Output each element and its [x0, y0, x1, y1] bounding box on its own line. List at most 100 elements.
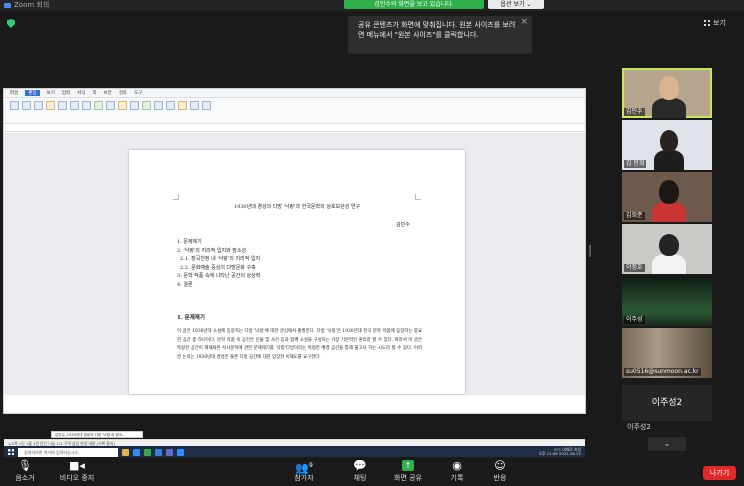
- person-head: [660, 130, 678, 152]
- document-tab[interactable]: 김민수_1930년대 경성의 다방 '낙랑'과 한국...: [51, 431, 143, 438]
- chart-icon[interactable]: [106, 101, 115, 110]
- clock-time: 오후 11:06: [538, 451, 558, 456]
- participant-tile[interactable]: 김민수: [622, 68, 712, 118]
- participant-tile[interactable]: 이주성: [622, 276, 712, 326]
- hwp-menubar: 파일 편집 보기 입력 서식 쪽 보안 검토 도구: [4, 89, 585, 98]
- spellcheck-icon[interactable]: [202, 101, 211, 110]
- reactions-button[interactable]: ☺ 반응: [489, 459, 511, 483]
- participant-tile[interactable]: 이정호: [622, 224, 712, 274]
- toc-item: 4. 결론: [177, 281, 193, 288]
- menu-format[interactable]: 서식: [77, 90, 85, 96]
- person-head: [659, 76, 679, 100]
- video-camera-icon: ■◂: [69, 459, 85, 472]
- format-painter-icon[interactable]: [46, 101, 55, 110]
- participants-button[interactable]: 👥9 참가자: [287, 459, 321, 483]
- share-label: 화면 공유: [394, 474, 422, 482]
- emoji-icon: ☺: [494, 459, 506, 472]
- participant-tile[interactable]: su0516@sunmoon.ac.kr: [622, 328, 712, 378]
- hwp-statusbar: 1/1쪽 1단 1줄 1칸 문단 나눔 1/1 구역 삽입 변경 내용 [기록 …: [4, 439, 585, 446]
- share-screen-button[interactable]: ↑ 화면 공유: [388, 459, 428, 483]
- zoom-taskbar-icon[interactable]: [177, 448, 184, 456]
- toast-message: 공유 콘텐츠가 화면에 맞춰집니다. 원본 사이즈를 보려면 메뉴에서 "원본 …: [358, 21, 516, 39]
- hwp-icon[interactable]: [155, 448, 162, 456]
- table-icon[interactable]: [94, 101, 103, 110]
- person-silhouette: [654, 150, 684, 170]
- featured-participant-caption: 이주성2: [627, 423, 651, 431]
- participants-icon: 👥9: [295, 461, 313, 475]
- featured-participant[interactable]: 이주성2: [622, 385, 712, 421]
- meeting-controls: 🎙 음소거 ■◂ 비디오 중지 👥9 참가자 💬 채팅 ↑ 화면 공유 ◉ 기록…: [0, 457, 744, 486]
- equation-icon[interactable]: [154, 101, 163, 110]
- shape-icon[interactable]: [118, 101, 127, 110]
- margin-corner: [415, 194, 421, 200]
- share-screen-icon: ↑: [402, 460, 414, 471]
- textbox-icon[interactable]: [142, 101, 151, 110]
- picture-icon[interactable]: [130, 101, 139, 110]
- chat-button[interactable]: 💬 채팅: [349, 459, 371, 483]
- leave-button[interactable]: 나가기: [703, 466, 736, 480]
- security-shield-icon[interactable]: [7, 19, 15, 28]
- toast-close-icon[interactable]: ×: [520, 17, 528, 27]
- menu-insert[interactable]: 입력: [62, 90, 70, 96]
- cut-icon[interactable]: [10, 101, 19, 110]
- record-label: 기록: [450, 474, 464, 482]
- menu-file[interactable]: 파일: [10, 90, 18, 96]
- person-silhouette: [652, 202, 686, 222]
- edge-icon[interactable]: [133, 448, 140, 456]
- menu-security[interactable]: 보안: [104, 90, 112, 96]
- toc-item: 2.1. 장곡천정 내 '낙랑'의 지리적 입지: [180, 256, 261, 262]
- chat-label: 채팅: [353, 474, 367, 482]
- gallery-label: 보기: [713, 19, 726, 27]
- gallery-view-button[interactable]: 보기: [704, 18, 726, 28]
- mute-label: 음소거: [15, 474, 35, 482]
- para-shape-icon[interactable]: [82, 101, 91, 110]
- hwp-ribbon: [4, 98, 585, 124]
- file-explorer-icon[interactable]: [122, 448, 129, 456]
- viewing-banner: 김민수의 화면을 보고 있습니다.: [344, 0, 484, 9]
- table-of-contents: 1. 문제제기 2. '낙랑'의 지리적 입지와 장소성 2.1. 장곡천정 내…: [177, 238, 260, 289]
- person-silhouette: [652, 98, 686, 118]
- menu-tools[interactable]: 도구: [134, 90, 142, 96]
- toc-item: 3. 문학 작품 속에 나타난 공간의 상상력: [177, 273, 261, 279]
- paste-icon[interactable]: [34, 101, 43, 110]
- chrome-icon[interactable]: [144, 448, 151, 456]
- scroll-down-button[interactable]: ⌄: [648, 437, 686, 451]
- find-icon[interactable]: [190, 101, 199, 110]
- document-title: 1930년대 경성의 다방 '낙랑'과 한국문학의 상호보완성 연구: [233, 204, 361, 210]
- participant-name: 이주성: [624, 316, 645, 324]
- microphone-icon: 🎙: [18, 459, 32, 472]
- mute-button[interactable]: 🎙 음소거: [10, 459, 40, 483]
- shared-screen[interactable]: 파일 편집 보기 입력 서식 쪽 보안 검토 도구 1930년대 경성의 다방 …: [3, 88, 586, 458]
- menu-page[interactable]: 쪽: [92, 90, 96, 96]
- record-button[interactable]: ◉ 기록: [446, 459, 468, 483]
- view-options-button[interactable]: 옵션 보기 ⌄: [488, 0, 544, 9]
- document-area[interactable]: 1930년대 경성의 다방 '낙랑'과 한국문학의 상호보완성 연구 김민수 1…: [4, 133, 585, 458]
- taskbar-search[interactable]: 검색하려면 여기에 입력하십시오.: [18, 447, 118, 457]
- panel-resize-handle[interactable]: [589, 245, 591, 257]
- participant-name: 이정호: [624, 264, 645, 272]
- menu-edit[interactable]: 편집: [25, 90, 40, 96]
- person-head: [659, 180, 679, 204]
- participant-tile[interactable]: 김 한희: [622, 120, 712, 170]
- document-body: 이 글은 1930년대 소설에 등장하는 다방 '낙랑'에 대한 관심에서 출발…: [177, 329, 422, 360]
- toc-item: 2. '낙랑'의 지리적 입지와 장소성: [177, 247, 247, 254]
- copy-icon[interactable]: [22, 101, 31, 110]
- windows-start-icon[interactable]: [8, 449, 14, 455]
- participant-tile[interactable]: 김희준: [622, 172, 712, 222]
- fit-screen-toast: 공유 콘텐츠가 화면에 맞춰집니다. 원본 사이즈를 보려면 메뉴에서 "원본 …: [348, 16, 532, 54]
- char-shape-icon[interactable]: [70, 101, 79, 110]
- document-page[interactable]: 1930년대 경성의 다방 '낙랑'과 한국문학의 상호보완성 연구 김민수 1…: [129, 150, 465, 394]
- hyperlink-icon[interactable]: [178, 101, 187, 110]
- person-head: [659, 234, 679, 256]
- menu-view[interactable]: 보기: [47, 90, 55, 96]
- stop-video-button[interactable]: ■◂ 비디오 중지: [52, 459, 102, 483]
- participants-count: 9: [308, 462, 313, 469]
- section-heading: 1. 문제제기: [177, 315, 205, 321]
- symbol-icon[interactable]: [166, 101, 175, 110]
- teams-icon[interactable]: [166, 448, 173, 456]
- style-icon[interactable]: [58, 101, 67, 110]
- participant-name: 김희준: [624, 212, 645, 220]
- video-label: 비디오 중지: [59, 474, 95, 482]
- participant-name: 김민수: [624, 108, 645, 116]
- menu-review[interactable]: 검토: [119, 90, 127, 96]
